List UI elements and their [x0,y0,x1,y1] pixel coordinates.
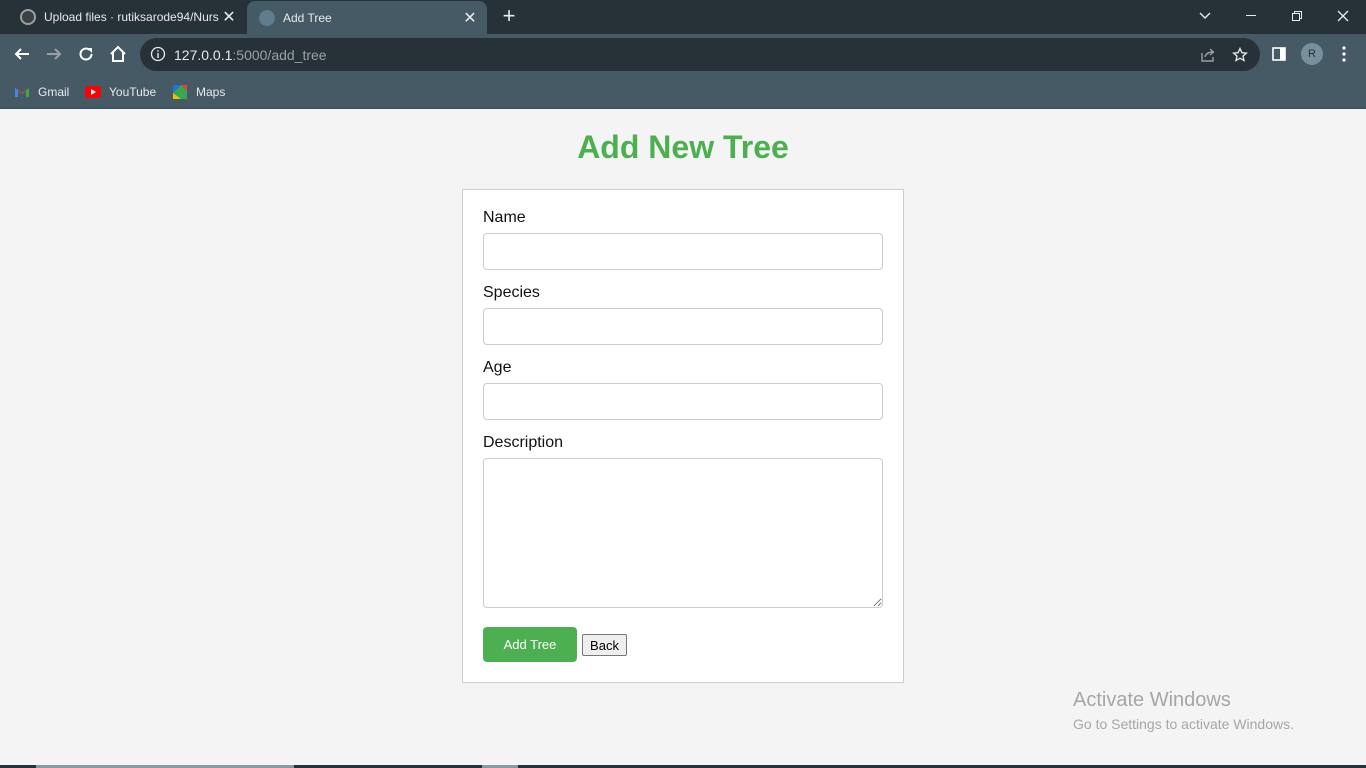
info-icon[interactable] [150,46,166,62]
description-textarea[interactable] [483,458,883,608]
restore-button[interactable] [1274,0,1320,32]
page-title: Add New Tree [577,129,789,165]
forward-nav-button[interactable] [39,39,69,69]
name-input[interactable] [483,233,883,270]
github-icon [20,9,36,25]
bookmark-label: YouTube [109,85,157,99]
bookmark-gmail[interactable]: Gmail [14,82,69,102]
page-content: Add New Tree Name Species Age Descriptio… [0,109,1366,768]
minimize-icon [1246,15,1256,16]
side-panel-icon [1272,47,1286,61]
watermark-title: Activate Windows [1073,689,1231,711]
tab-search-button[interactable] [1182,0,1228,32]
chevron-down-icon [1199,12,1211,19]
window-close-button[interactable] [1320,0,1366,32]
home-icon [110,45,126,62]
reload-icon [79,47,93,61]
watermark-subtitle: Go to Settings to activate Windows. [1073,716,1294,732]
activate-windows-watermark: Activate Windows Go to Settings to activ… [1073,689,1294,732]
species-label: Species [483,284,540,301]
home-button[interactable] [103,39,133,69]
tab-add-tree[interactable]: Add Tree ✕ [247,1,487,34]
url-host: 127.0.0.1 [174,47,233,63]
browser-toolbar: 127.0.0.1:5000/add_tree R [0,34,1366,76]
tab-upload-files[interactable]: Upload files · rutiksarode94/Nurs ✕ [8,0,246,34]
address-bar[interactable]: 127.0.0.1:5000/add_tree [140,38,1260,71]
arrow-right-icon [47,48,62,60]
arrow-left-icon [14,48,29,60]
profile-button[interactable]: R [1297,39,1327,69]
bookmark-label: Maps [196,85,226,99]
description-label: Description [483,434,564,451]
close-icon [1337,10,1349,22]
avatar: R [1301,43,1323,65]
restore-icon [1292,11,1302,21]
add-tree-form: Name Species Age Description Add Tree Ba… [462,189,904,683]
name-label: Name [483,209,526,226]
bookmarks-bar: Gmail YouTube Maps [0,76,1366,109]
reload-button[interactable] [71,39,101,69]
back-nav-button[interactable] [7,39,37,69]
youtube-icon [85,86,101,98]
close-icon[interactable]: ✕ [220,8,238,26]
age-label: Age [483,359,512,376]
species-input[interactable] [483,308,883,345]
globe-icon [259,9,275,26]
gmail-icon [15,88,29,97]
back-button[interactable]: Back [582,634,627,656]
tab-strip: Upload files · rutiksarode94/Nurs ✕ Add … [0,0,1366,34]
kebab-menu-icon [1342,46,1346,62]
tab-title: Upload files · rutiksarode94/Nurs [44,10,219,24]
bookmark-maps[interactable]: Maps [172,82,225,102]
browser-menu-button[interactable] [1329,39,1359,69]
minimize-button[interactable] [1228,0,1274,32]
age-input[interactable] [483,383,883,420]
share-icon[interactable] [1198,45,1218,65]
new-tab-button[interactable]: + [498,5,520,28]
side-panel-button[interactable] [1264,39,1294,69]
tab-title: Add Tree [283,10,332,25]
add-tree-button[interactable]: Add Tree [483,627,577,662]
bookmark-star-icon[interactable] [1230,45,1250,65]
maps-icon [173,85,187,99]
url-text: 127.0.0.1:5000/add_tree [174,47,327,63]
url-path: :5000/add_tree [232,47,327,63]
close-icon[interactable]: ✕ [461,9,479,27]
bookmark-label: Gmail [38,85,70,99]
bookmark-youtube[interactable]: YouTube [85,82,156,102]
